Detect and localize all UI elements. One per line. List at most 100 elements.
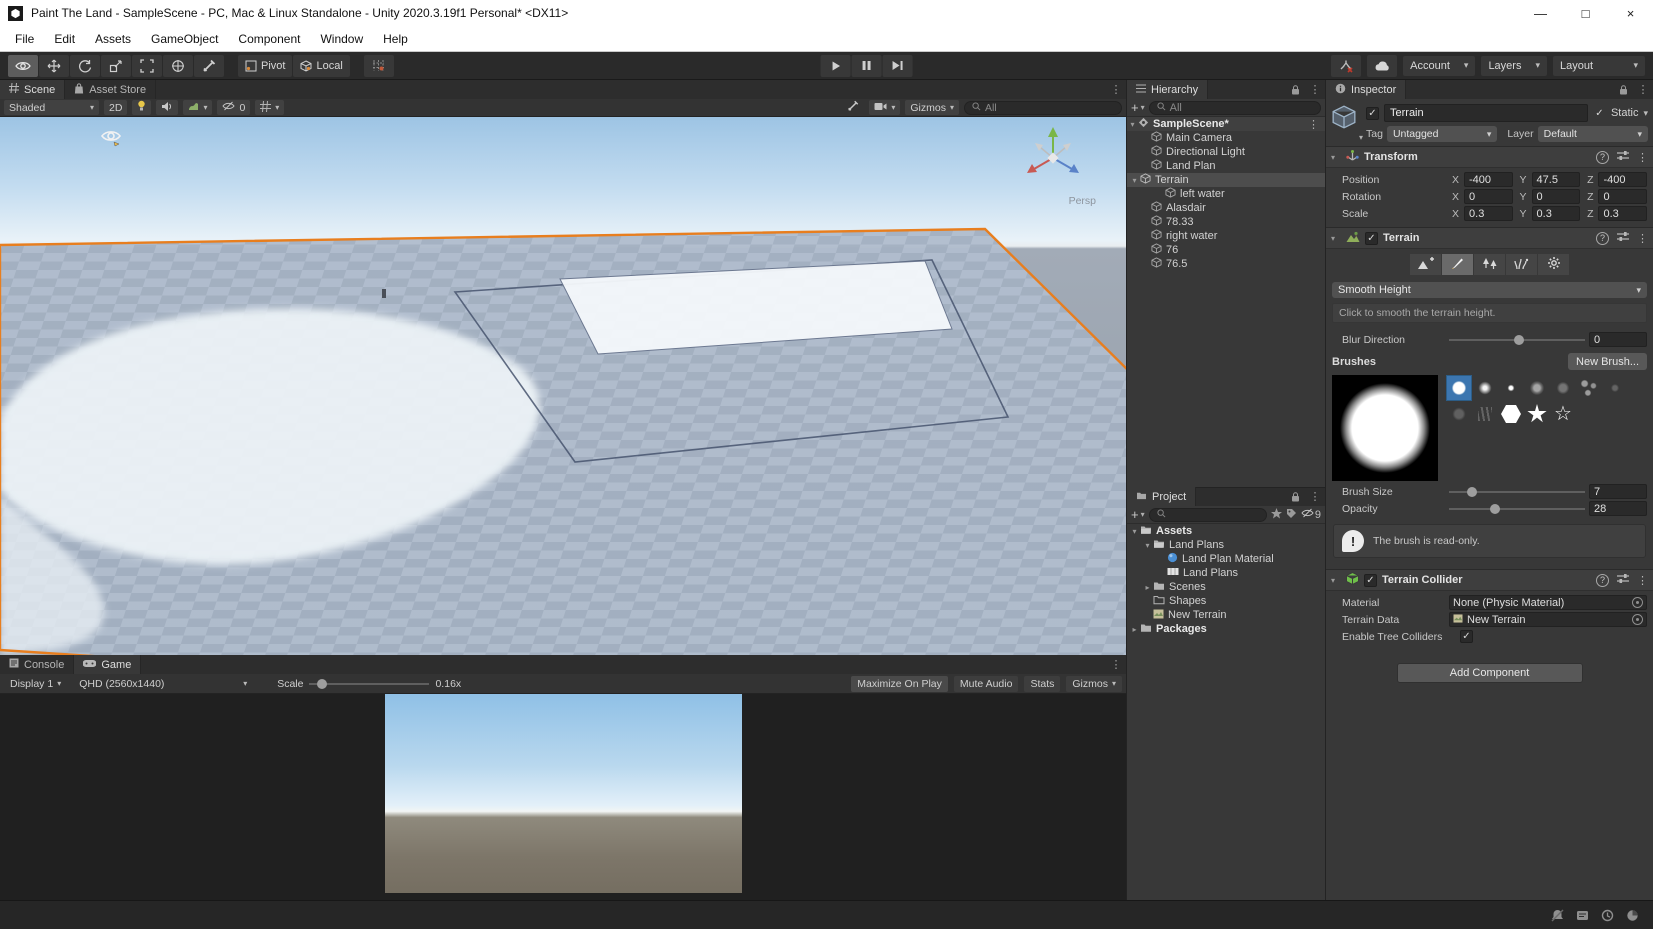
project-item-land-plans-folder[interactable]: ▾ Land Plans — [1127, 538, 1325, 552]
component-enabled-checkbox[interactable]: ✓ — [1364, 574, 1377, 587]
menu-help[interactable]: Help — [374, 29, 417, 49]
hidden-packages-toggle[interactable]: 9 — [1301, 508, 1321, 521]
game-gizmos-dropdown[interactable]: Gizmos ▾ — [1066, 676, 1122, 692]
hierarchy-item-terrain[interactable]: ▾ Terrain — [1127, 173, 1325, 187]
hierarchy-scene-row[interactable]: ▾ SampleScene* ⋮ — [1127, 117, 1325, 131]
opacity-slider[interactable] — [1449, 503, 1585, 515]
project-empty-area[interactable] — [1127, 636, 1325, 900]
kebab-icon[interactable]: ⋮ — [1305, 487, 1325, 506]
menu-component[interactable]: Component — [229, 29, 309, 49]
brush-faint[interactable] — [1550, 375, 1576, 401]
kebab-icon[interactable]: ⋮ — [1637, 232, 1648, 245]
gameobject-name-field[interactable]: Terrain — [1384, 104, 1588, 122]
brush-starburst[interactable] — [1524, 401, 1550, 427]
tab-game[interactable]: Game — [74, 655, 141, 674]
scene-search-input[interactable]: All — [964, 101, 1122, 115]
foldout-arrow[interactable]: ▾ — [1331, 234, 1341, 243]
foldout-arrow[interactable]: ▾ — [1331, 576, 1341, 585]
blur-direction-slider[interactable] — [1449, 334, 1585, 346]
scene-effects-dropdown[interactable]: ▾ — [183, 100, 212, 115]
scale-y-field[interactable]: 0.3 — [1532, 206, 1581, 221]
help-icon[interactable]: ? — [1596, 574, 1609, 587]
create-asset-button[interactable]: +▾ — [1131, 507, 1145, 522]
transform-component-header[interactable]: ▾ Transform ? ⋮ — [1326, 146, 1653, 168]
foldout-arrow[interactable]: ▸ — [1142, 583, 1153, 592]
material-object-field[interactable]: None (Physic Material) — [1449, 595, 1647, 610]
cloud-button[interactable] — [1367, 55, 1397, 77]
hierarchy-item-land-plan[interactable]: Land Plan — [1127, 159, 1325, 173]
scene-audio-toggle[interactable] — [156, 100, 178, 115]
search-by-label-icon[interactable] — [1286, 508, 1297, 522]
help-icon[interactable]: ? — [1596, 232, 1609, 245]
tree-colliders-checkbox[interactable]: ✓ — [1460, 630, 1473, 643]
help-icon[interactable]: ? — [1596, 151, 1609, 164]
game-scale-slider[interactable] — [309, 678, 429, 690]
brush-swirl[interactable] — [1446, 401, 1472, 427]
foldout-arrow[interactable]: ▾ — [1129, 176, 1140, 185]
hierarchy-item-right-water[interactable]: right water — [1127, 229, 1325, 243]
2d-toggle[interactable]: 2D — [104, 100, 127, 115]
rotate-tool-button[interactable] — [70, 55, 100, 77]
project-search-input[interactable] — [1149, 508, 1267, 522]
kebab-icon[interactable]: ⋮ — [1302, 118, 1325, 131]
terrain-component-header[interactable]: ▾ ✓ Terrain ? ⋮ — [1326, 227, 1653, 249]
brush-scatter[interactable] — [1576, 375, 1602, 401]
pivot-toggle-button[interactable]: Pivot — [238, 55, 292, 77]
scene-grid-dropdown[interactable]: ▾ — [255, 100, 284, 115]
menu-edit[interactable]: Edit — [45, 29, 84, 49]
lock-icon[interactable] — [1285, 487, 1305, 506]
brush-dot-small[interactable] — [1498, 375, 1524, 401]
gizmos-dropdown[interactable]: Gizmos ▾ — [905, 100, 959, 115]
add-component-button[interactable]: Add Component — [1397, 663, 1583, 683]
move-tool-button[interactable] — [39, 55, 69, 77]
static-dropdown[interactable]: ▾ — [1643, 108, 1648, 119]
view-tool-button[interactable] — [8, 55, 38, 77]
presets-icon[interactable] — [1617, 150, 1629, 164]
paint-mode-dropdown[interactable]: Smooth Height ▾ — [1332, 282, 1647, 298]
tab-console[interactable]: Console — [0, 655, 74, 674]
foldout-arrow[interactable]: ▾ — [1142, 541, 1153, 550]
scene-lighting-toggle[interactable] — [132, 100, 151, 115]
account-dropdown[interactable]: Account▾ — [1403, 56, 1475, 76]
rotation-x-field[interactable]: 0 — [1464, 189, 1513, 204]
progress-icon[interactable] — [1626, 909, 1639, 922]
project-item-new-terrain[interactable]: New Terrain — [1127, 608, 1325, 622]
menu-gameobject[interactable]: GameObject — [142, 29, 227, 49]
transform-tool-button[interactable] — [163, 55, 193, 77]
pause-button[interactable] — [851, 55, 881, 77]
maximize-button[interactable]: □ — [1563, 0, 1608, 26]
new-brush-button[interactable]: New Brush... — [1568, 353, 1647, 370]
project-item-shapes[interactable]: Shapes — [1127, 594, 1325, 608]
tab-hierarchy[interactable]: Hierarchy — [1127, 80, 1208, 99]
tag-dropdown[interactable]: Untagged▾ — [1387, 126, 1497, 142]
step-button[interactable] — [882, 55, 912, 77]
projection-label[interactable]: Persp — [1069, 195, 1096, 207]
menu-file[interactable]: File — [6, 29, 43, 49]
project-item-land-plan-material[interactable]: Land Plan Material — [1127, 552, 1325, 566]
menu-window[interactable]: Window — [311, 29, 372, 49]
close-button[interactable]: × — [1608, 0, 1653, 26]
scene-tools-overlay-button[interactable] — [842, 100, 864, 115]
blur-direction-value[interactable]: 0 — [1589, 332, 1647, 347]
minimize-button[interactable]: — — [1518, 0, 1563, 26]
lock-icon[interactable] — [1613, 80, 1633, 99]
brush-faint-small[interactable] — [1602, 375, 1628, 401]
paint-trees-tool[interactable] — [1474, 254, 1505, 275]
hierarchy-item-directional-light[interactable]: Directional Light — [1127, 145, 1325, 159]
project-item-packages[interactable]: ▸ Packages — [1127, 622, 1325, 636]
hierarchy-item-main-camera[interactable]: Main Camera — [1127, 131, 1325, 145]
kebab-icon[interactable]: ⋮ — [1106, 655, 1126, 674]
presets-icon[interactable] — [1617, 231, 1629, 245]
foldout-arrow[interactable]: ▾ — [1129, 527, 1140, 536]
tab-project[interactable]: Project — [1127, 487, 1196, 506]
layer-dropdown[interactable]: Default▾ — [1538, 126, 1648, 142]
game-viewport[interactable] — [0, 694, 1126, 900]
stats-button[interactable]: Stats — [1024, 676, 1060, 692]
display-dropdown[interactable]: Display 1 ▾ — [4, 676, 67, 692]
hierarchy-empty-area[interactable] — [1127, 271, 1325, 487]
layers-dropdown[interactable]: Layers▾ — [1481, 56, 1547, 76]
search-by-type-icon[interactable] — [1271, 508, 1282, 522]
scale-x-field[interactable]: 0.3 — [1464, 206, 1513, 221]
static-checkbox[interactable]: ✓ — [1593, 107, 1606, 120]
scene-viewport[interactable]: Persp — [0, 117, 1126, 655]
